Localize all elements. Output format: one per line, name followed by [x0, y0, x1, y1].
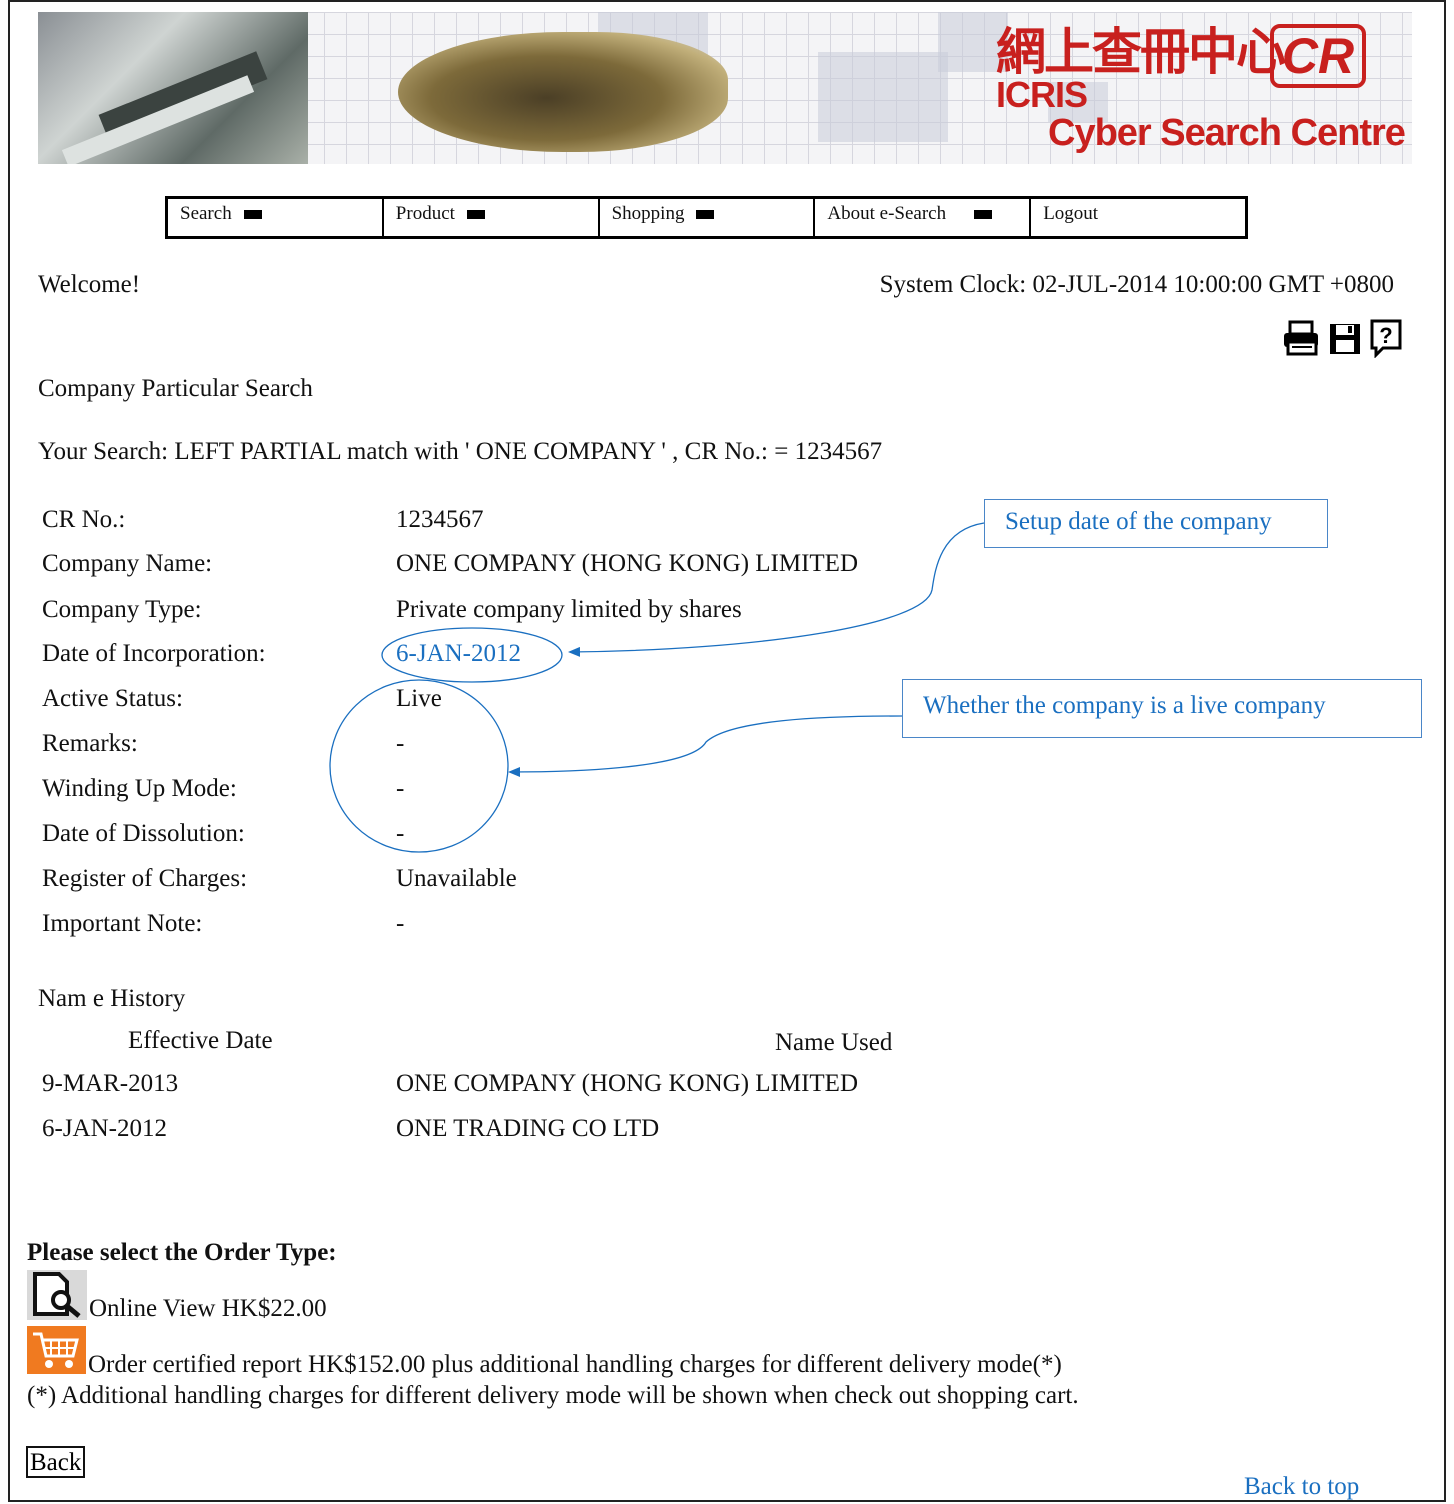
- order-certified-report-link[interactable]: Order certified report HK$152.00 plus ad…: [88, 1351, 1062, 1379]
- handling-charges-note: (*) Additional handling charges for diff…: [27, 1382, 1079, 1409]
- annotation-live-company: Whether the company is a live company: [902, 679, 1422, 738]
- incorporation-date-highlight: [381, 627, 563, 683]
- back-to-top-link[interactable]: Back to top: [1244, 1473, 1359, 1501]
- history-row-name: ONE COMPANY (HONG KONG) LIMITED: [396, 1070, 859, 1097]
- history-row-date: 9-MAR-2013: [42, 1070, 179, 1097]
- online-view-link[interactable]: Online View HK$22.00: [89, 1295, 327, 1323]
- name-history-title: Nam e History: [38, 985, 186, 1012]
- annotation-setup-date: Setup date of the company: [984, 499, 1328, 548]
- online-view-icon[interactable]: [27, 1270, 87, 1320]
- shopping-cart-icon[interactable]: [27, 1326, 86, 1374]
- column-header-effective-date: Effective Date: [128, 1027, 273, 1054]
- history-row-name: ONE TRADING CO LTD: [396, 1115, 660, 1142]
- live-company-arrow: [508, 715, 903, 777]
- annotation-overlay: [329, 522, 985, 853]
- order-type-heading: Please select the Order Type:: [27, 1239, 337, 1266]
- status-highlight: [329, 679, 509, 853]
- setup-date-arrow: [568, 522, 985, 657]
- column-header-name-used: Name Used: [775, 1029, 893, 1056]
- back-button[interactable]: Back: [26, 1446, 86, 1478]
- history-row-date: 6-JAN-2012: [42, 1115, 167, 1142]
